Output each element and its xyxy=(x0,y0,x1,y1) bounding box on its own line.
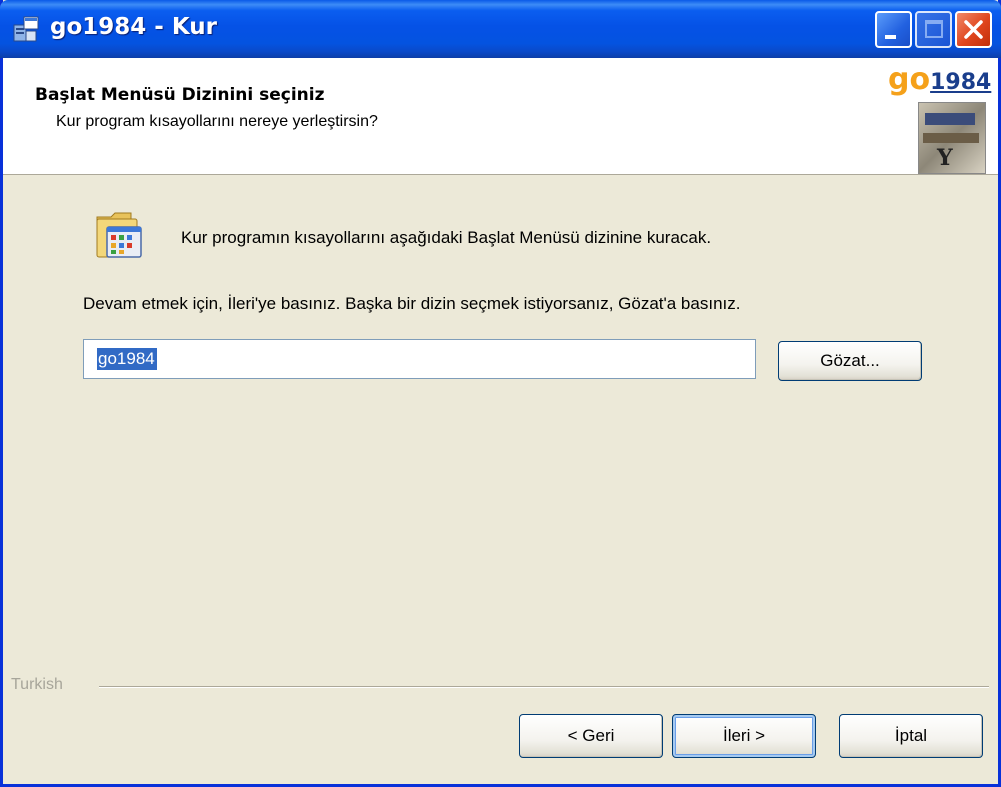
window-title: go1984 - Kur xyxy=(50,14,217,40)
next-button[interactable]: İleri > xyxy=(672,714,816,758)
start-menu-folder-input[interactable]: go1984 xyxy=(83,339,756,379)
footer-divider xyxy=(99,686,989,688)
minimize-icon xyxy=(885,35,896,39)
back-button[interactable]: < Geri xyxy=(519,714,663,758)
instruction-text: Devam etmek için, İleri'ye basınız. Başk… xyxy=(83,294,741,313)
folder-input-value: go1984 xyxy=(97,348,157,370)
logo-wordmark: go1984 xyxy=(888,62,992,97)
minimize-button[interactable] xyxy=(875,11,912,48)
title-bar[interactable]: go1984 - Kur xyxy=(0,0,1001,58)
close-button[interactable] xyxy=(955,11,992,48)
info-text: Kur programın kısayollarını aşağıdaki Ba… xyxy=(181,228,712,247)
maximize-icon xyxy=(925,20,943,38)
browse-button[interactable]: Gözat... xyxy=(778,341,922,381)
maximize-button xyxy=(915,11,952,48)
start-menu-folder-icon xyxy=(93,205,151,263)
setup-window: go1984 - Kur Başlat Menüsü Dizinini seçi… xyxy=(0,0,1001,787)
close-icon xyxy=(964,20,983,39)
installer-icon[interactable] xyxy=(12,15,40,43)
page-title: Başlat Menüsü Dizinini seçiniz xyxy=(35,85,325,105)
logo-image: Y xyxy=(918,102,986,174)
language-label: Turkish xyxy=(11,676,63,693)
page-subtitle: Kur program kısayollarını nereye yerleşt… xyxy=(56,113,378,130)
wizard-header: Başlat Menüsü Dizinini seçiniz Kur progr… xyxy=(3,58,998,175)
cancel-button[interactable]: İptal xyxy=(839,714,983,758)
product-logo: go1984 Y xyxy=(888,62,993,174)
